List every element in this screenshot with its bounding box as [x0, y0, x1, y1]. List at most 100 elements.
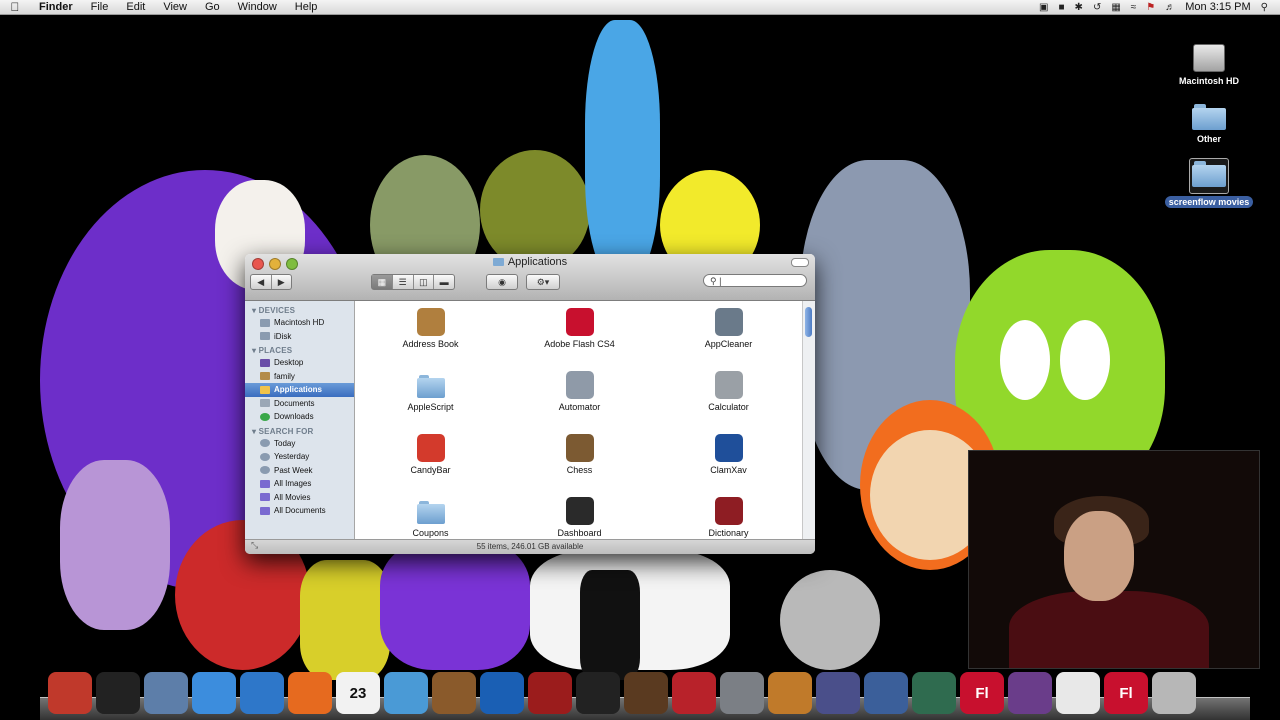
ical-icon[interactable]: 23 [336, 672, 380, 714]
app-item[interactable]: AppCleaner [654, 308, 803, 353]
trash-icon[interactable] [1152, 672, 1196, 714]
menu-help[interactable]: Help [286, 1, 327, 13]
system-preferences-icon[interactable] [720, 672, 764, 714]
menu-window[interactable]: Window [229, 1, 286, 13]
sidebar-item-today[interactable]: Today [245, 437, 354, 451]
back-arrow-icon[interactable]: ◀ [251, 275, 272, 289]
sidebar-item-desktop[interactable]: Desktop [245, 356, 354, 370]
app-item[interactable]: ClamXav [654, 434, 803, 479]
pen-app-icon[interactable] [816, 672, 860, 714]
resize-handle-icon[interactable]: ⤡ [251, 538, 258, 552]
sidebar-item-all-documents[interactable]: All Documents [245, 504, 354, 518]
keynote-icon[interactable] [624, 672, 668, 714]
downloads-icon [260, 412, 270, 421]
imovie-clapper-icon[interactable] [1008, 672, 1052, 714]
app-item[interactable]: Chess [505, 434, 654, 479]
app-item[interactable]: Dashboard [505, 497, 654, 540]
finder-icon[interactable] [48, 672, 92, 714]
sidebar-header-search-for[interactable]: ▾ SEARCH FOR [245, 424, 354, 437]
app-item[interactable]: Coupons [356, 497, 505, 540]
clock-icon [260, 439, 270, 448]
expose-spaces-icon[interactable] [864, 672, 908, 714]
app-item[interactable]: Calculator [654, 371, 803, 416]
mp3-file-icon[interactable] [1056, 672, 1100, 714]
menu-go[interactable]: Go [196, 1, 229, 13]
sidebar-item-yesterday[interactable]: Yesterday [245, 450, 354, 464]
adobe-flash-folder-icon [565, 308, 594, 336]
folder-icon [492, 258, 504, 267]
mail-icon[interactable] [144, 672, 188, 714]
spaces-icon[interactable]: ▦ [1111, 2, 1120, 13]
photo-booth-icon[interactable] [528, 672, 572, 714]
app-item-label: Automator [558, 402, 601, 412]
menu-edit[interactable]: Edit [117, 1, 154, 13]
dashboard-icon[interactable] [96, 672, 140, 714]
sidebar-item-all-images[interactable]: All Images [245, 477, 354, 491]
menu-file[interactable]: File [82, 1, 118, 13]
window-titlebar[interactable]: Applications ◀ ▶ ▦ ☰ ◫ ▬ ◉ ⚙▾ ⚲ | [245, 254, 815, 301]
dvd-player-icon[interactable] [480, 672, 524, 714]
app-item[interactable]: AppleScript [356, 371, 505, 416]
column-view-icon[interactable]: ◫ [414, 275, 435, 289]
menu-finder[interactable]: Finder [30, 1, 82, 13]
menu-view[interactable]: View [154, 1, 196, 13]
hard-drive-icon [260, 318, 270, 327]
vertical-scrollbar[interactable] [802, 301, 815, 540]
icon-view-icon[interactable]: ▦ [372, 275, 393, 289]
webcam-overlay [968, 450, 1260, 669]
app-item[interactable]: Adobe Flash CS4 [505, 308, 654, 353]
sidebar-item-macintosh-hd[interactable]: Macintosh HD [245, 316, 354, 330]
sidebar-item-applications[interactable]: Applications [245, 383, 354, 397]
app-item[interactable]: Address Book [356, 308, 505, 353]
action-menu-button[interactable]: ⚙▾ [526, 274, 560, 290]
fla-file-icon[interactable]: Fl [1104, 672, 1148, 714]
screen-recording-icon[interactable]: ▣ [1039, 2, 1048, 13]
sidebar-item-past-week[interactable]: Past Week [245, 464, 354, 478]
forward-arrow-icon[interactable]: ▶ [272, 275, 292, 289]
sidebar-item-idisk[interactable]: iDisk [245, 330, 354, 344]
dashboard-gauge-icon [565, 497, 594, 525]
desktop-icon-macintosh-hd[interactable]: Macintosh HD [1164, 44, 1254, 86]
flash-icon[interactable]: Fl [960, 672, 1004, 714]
firefox-icon[interactable] [288, 672, 332, 714]
desktop-icon-other[interactable]: Other [1164, 104, 1254, 144]
sidebar: ▾ DEVICES Macintosh HD iDisk ▾ PLACES De… [245, 301, 355, 540]
list-view-icon[interactable]: ☰ [393, 275, 414, 289]
search-input[interactable]: ⚲ | [703, 274, 807, 287]
candybar-icon [416, 434, 445, 462]
bluetooth-icon[interactable]: ✱ [1075, 2, 1083, 13]
us-flag-input-icon[interactable]: ⚑ [1146, 2, 1155, 13]
time-machine-menu-icon[interactable]: ↺ [1093, 2, 1101, 13]
ichat-icon[interactable] [192, 672, 236, 714]
safari-icon[interactable] [240, 672, 284, 714]
quick-look-button[interactable]: ◉ [486, 274, 518, 290]
sidebar-item-documents[interactable]: Documents [245, 397, 354, 411]
app-item[interactable]: Automator [505, 371, 654, 416]
time-machine-icon[interactable] [912, 672, 956, 714]
cover-flow-icon[interactable]: ▬ [434, 275, 454, 289]
applications-icon [260, 385, 270, 394]
app-item[interactable]: Dictionary [654, 497, 803, 540]
toolbar-toggle-button[interactable] [791, 258, 809, 267]
sidebar-header-devices[interactable]: ▾ DEVICES [245, 303, 354, 316]
sidebar-header-places[interactable]: ▾ PLACES [245, 343, 354, 356]
chair-app-icon[interactable] [672, 672, 716, 714]
sidebar-item-family[interactable]: family [245, 370, 354, 384]
sidebar-item-downloads[interactable]: Downloads [245, 410, 354, 424]
iphoto-icon[interactable] [432, 672, 476, 714]
desktop-icon-screenflow-movies[interactable]: screenflow movies [1164, 158, 1254, 208]
app-item[interactable]: CandyBar [356, 434, 505, 479]
spotlight-search-icon[interactable]: ⚲ [1261, 2, 1268, 13]
itunes-icon[interactable] [384, 672, 428, 714]
menubar-clock[interactable]: Mon 3:15 PM [1185, 1, 1250, 13]
apple-menu-icon[interactable]:  [0, 0, 30, 14]
eye-icon: ◉ [498, 277, 506, 287]
wifi-icon[interactable]: ≈ [1131, 2, 1137, 13]
automator-robot-icon [565, 371, 594, 399]
garageband-icon[interactable] [768, 672, 812, 714]
menu-extra-icon[interactable]: ■ [1059, 2, 1065, 13]
volume-icon[interactable]: ♬ [1165, 2, 1175, 13]
imovie-icon[interactable] [576, 672, 620, 714]
sidebar-item-all-movies[interactable]: All Movies [245, 491, 354, 505]
scrollbar-thumb[interactable] [805, 307, 812, 337]
